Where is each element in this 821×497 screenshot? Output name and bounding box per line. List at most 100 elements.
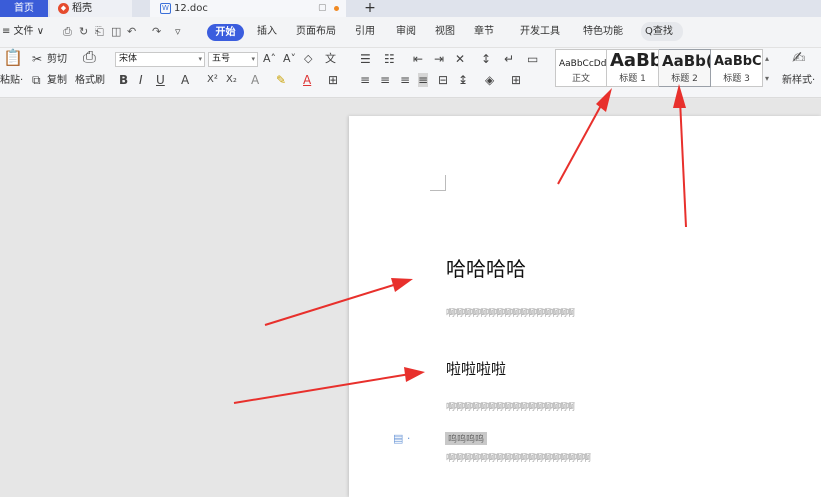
redo-icon[interactable]: ↷ — [152, 25, 161, 39]
borders-icon[interactable]: ⊞ — [511, 73, 521, 87]
shading-icon[interactable]: ◈ — [485, 73, 494, 87]
body-paragraph-1[interactable]: 啊啊啊啊啊啊啊啊啊啊啊啊啊啊啊啊 — [446, 306, 575, 319]
distributed-icon[interactable]: ⊟ — [438, 73, 448, 87]
pin-icon[interactable]: ▢ — [318, 0, 327, 17]
print-icon[interactable]: ⎗ — [95, 25, 104, 39]
format-painter-icon: ⎙ — [83, 47, 96, 66]
paste-button[interactable]: 粘贴· — [0, 74, 23, 87]
body-paragraph-3[interactable]: 啊啊啊啊啊啊啊啊啊啊啊啊啊啊啊啊啊啊 — [446, 451, 591, 464]
superscript-icon[interactable]: X² — [207, 73, 218, 87]
undo-icon[interactable]: ↶ — [127, 25, 136, 39]
clear-format-icon[interactable]: ◇ — [304, 52, 312, 66]
style-heading-3[interactable]: AaBbC 标题 3 — [711, 49, 763, 87]
copy-button[interactable]: 复制 — [47, 74, 67, 87]
menu-special[interactable]: 特色功能 — [583, 25, 623, 39]
show-marks-icon[interactable]: ↵ — [504, 52, 514, 66]
menu-bar: ≡ 文件 ∨ ⎙ ↻ ⎗ ◫ ↶ ↷ ▿ 开始 插入 页面布局 引用 审阅 视图… — [0, 17, 821, 48]
table-icon[interactable]: ▭ — [527, 52, 538, 66]
tab-document-label: 12.doc — [174, 3, 208, 14]
style-normal-label: 正文 — [571, 74, 590, 84]
copy-icon: ⧉ — [32, 73, 41, 87]
format-painter-button[interactable]: 格式刷 — [75, 74, 105, 87]
bold-icon[interactable]: B — [119, 73, 128, 87]
style-normal[interactable]: AaBbCcDd 正文 — [555, 49, 607, 87]
font-name-value: 宋体 — [119, 54, 138, 64]
tab-bar: 首页 ◆ 稻壳 W 12.doc ▢ + — [0, 0, 821, 17]
style-heading-3-preview: AaBbC — [714, 54, 762, 69]
menu-page-layout[interactable]: 页面布局 — [296, 25, 336, 39]
new-style-button[interactable]: 新样式· — [782, 74, 815, 87]
menu-developer[interactable]: 开发工具 — [520, 25, 560, 39]
subscript-icon[interactable]: X₂ — [226, 73, 237, 87]
style-heading-1[interactable]: AaBb 标题 1 — [607, 49, 659, 87]
menu-start-tab[interactable]: 开始 — [207, 24, 244, 41]
tab-document[interactable]: W 12.doc ▢ — [150, 0, 346, 17]
heading-2-text[interactable]: 啦啦啦啦 — [446, 358, 506, 379]
paragraph-handle-icon[interactable]: ▤ · — [393, 432, 410, 445]
cut-icon: ✂ — [32, 52, 43, 66]
print-preview-icon[interactable]: ◫ — [111, 25, 121, 39]
bullet-list-icon[interactable]: ☰ — [360, 52, 371, 66]
search-button[interactable]: Q查找 — [641, 22, 683, 41]
justify-icon[interactable]: ≡ — [418, 73, 429, 87]
redo-history-icon[interactable]: ↻ — [79, 25, 88, 39]
menu-file[interactable]: ≡ 文件 ∨ — [2, 25, 44, 39]
save-icon[interactable]: ⎙ — [63, 25, 72, 39]
style-heading-2-preview: AaBb( — [662, 52, 711, 70]
new-tab-button[interactable]: + — [362, 0, 378, 17]
tab-daoke-label: 稻壳 — [72, 3, 92, 14]
menu-insert[interactable]: 插入 — [257, 25, 277, 39]
align-center-icon[interactable]: ≡ — [380, 73, 390, 87]
styles-scroll-down-icon[interactable]: ▾ — [765, 72, 769, 86]
page-margin-corner — [430, 175, 446, 191]
chevron-down-icon: ▾ — [251, 55, 255, 63]
phonetic-icon[interactable]: 文 — [325, 52, 336, 66]
tab-home[interactable]: 首页 — [0, 0, 48, 17]
cut-button[interactable]: 剪切 — [47, 53, 67, 66]
italic-icon[interactable]: I — [139, 73, 143, 87]
style-heading-2[interactable]: AaBb( 标题 2 — [659, 49, 711, 87]
strikethrough-icon[interactable]: A — [181, 73, 189, 87]
styles-scroll-up-icon[interactable]: ▴ — [765, 52, 769, 66]
align-right-icon[interactable]: ≡ — [400, 73, 410, 87]
numbered-list-icon[interactable]: ☷ — [384, 52, 395, 66]
underline-icon[interactable]: U — [156, 73, 165, 87]
increase-indent-icon[interactable]: ⇥ — [434, 52, 444, 66]
shrink-font-icon[interactable]: A˅ — [283, 52, 296, 66]
style-heading-1-preview: AaBb — [610, 50, 659, 71]
body-paragraph-2[interactable]: 啊啊啊啊啊啊啊啊啊啊啊啊啊啊啊啊 — [446, 400, 575, 413]
new-style-icon: ✍ — [792, 48, 806, 67]
menu-view[interactable]: 视图 — [435, 25, 455, 39]
selected-text[interactable]: 呜呜呜呜 — [445, 432, 488, 445]
menu-review[interactable]: 审阅 — [396, 25, 416, 39]
heading-1-text[interactable]: 哈哈哈哈 — [446, 253, 526, 282]
ribbon-toolbar: 📋 粘贴· ✂ 剪切 ⧉ 复制 ⎙ 格式刷 宋体 ▾ 五号 ▾ A˄ A˅ ◇ … — [0, 48, 821, 98]
font-color-icon[interactable]: A — [303, 73, 311, 87]
font-name-select[interactable]: 宋体 ▾ — [115, 52, 205, 67]
word-doc-icon: W — [160, 3, 171, 14]
font-size-value: 五号 — [212, 54, 231, 64]
align-left-icon[interactable]: ≡ — [360, 73, 370, 87]
menu-references[interactable]: 引用 — [355, 25, 375, 39]
line-spacing-icon[interactable]: ↨ — [458, 73, 468, 87]
chinese-layout-icon[interactable]: ✕ — [455, 52, 465, 66]
decrease-indent-icon[interactable]: ⇤ — [413, 52, 423, 66]
text-effect-icon[interactable]: A — [251, 73, 259, 87]
daoke-logo-icon: ◆ — [58, 3, 69, 14]
tab-daoke[interactable]: ◆ 稻壳 — [50, 0, 132, 17]
sort-icon[interactable]: ↕ — [481, 52, 491, 66]
customize-icon[interactable]: ▿ — [175, 25, 181, 39]
menu-section[interactable]: 章节 — [474, 25, 494, 39]
style-normal-preview: AaBbCcDd — [559, 59, 607, 69]
unsaved-dot-icon — [334, 6, 339, 11]
grow-font-icon[interactable]: A˄ — [263, 52, 276, 66]
highlight-icon[interactable]: ✎ — [276, 73, 286, 87]
char-border-icon[interactable]: ⊞ — [328, 73, 338, 87]
chevron-down-icon: ▾ — [198, 55, 202, 63]
style-heading-1-label: 标题 1 — [619, 74, 646, 84]
style-heading-3-label: 标题 3 — [723, 74, 750, 84]
style-heading-2-label: 标题 2 — [671, 74, 698, 84]
document-page[interactable] — [349, 116, 821, 497]
font-size-select[interactable]: 五号 ▾ — [208, 52, 258, 67]
paste-icon[interactable]: 📋 — [3, 50, 23, 66]
